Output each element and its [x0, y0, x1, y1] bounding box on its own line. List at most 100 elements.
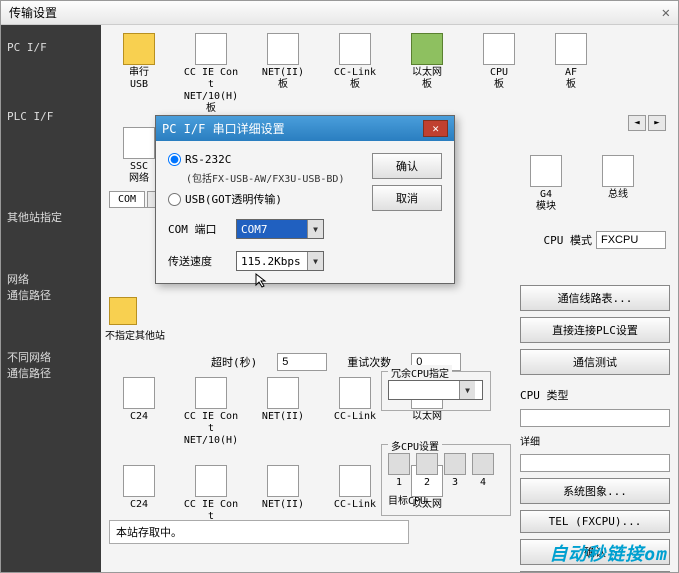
- content: PC I/F PLC I/F 其他站指定 网络 通信路径 不同网络 通信路径 串…: [1, 25, 678, 572]
- dialog-ok-button[interactable]: 确认: [372, 153, 442, 179]
- target-cpu-label: 目标CPU: [388, 492, 504, 507]
- title-bar: 传输设置 ✕: [1, 1, 678, 25]
- cpu-mode-row: CPU 模式: [544, 231, 667, 249]
- cputype-label: CPU 类型: [520, 387, 670, 403]
- sidebar-item-other[interactable]: 其他站指定: [1, 201, 101, 233]
- cpu-slot-2[interactable]: [416, 453, 438, 475]
- device-label: 串行 USB: [129, 67, 149, 91]
- window-title: 传输设置: [9, 4, 57, 21]
- device-item[interactable]: C24: [109, 377, 169, 447]
- device-item[interactable]: NET(II) 板: [253, 33, 313, 115]
- direct-button[interactable]: 直接连接PLC设置: [520, 317, 670, 343]
- multicpu-group: 多CPU设置 1 2 3 4 目标CPU: [381, 444, 511, 516]
- redundant-cpu-group: 冗余CPU指定 ▼: [381, 371, 491, 411]
- device-icon: [339, 33, 371, 65]
- device-item[interactable]: G4 模块: [516, 155, 576, 213]
- com-port-combo[interactable]: COM7 ▼: [236, 219, 324, 239]
- retry-label: 重试次数: [347, 354, 391, 370]
- device-label: CC-Link: [334, 499, 376, 511]
- radio-rs232-input[interactable]: [168, 153, 181, 166]
- radio-usb[interactable]: USB(GOT透明传输): [168, 191, 362, 207]
- device-label: CPU 板: [490, 67, 508, 91]
- tab-com[interactable]: COM: [109, 191, 145, 207]
- device-label: CC IE Cont NET/10(H)板: [181, 67, 241, 115]
- dialog-body: RS-232C (包括FX-USB-AW/FX3U-USB-BD) USB(GO…: [156, 141, 454, 283]
- device-item[interactable]: CPU 板: [469, 33, 529, 115]
- device-icon: [123, 127, 155, 159]
- device-label: CC-Link: [334, 411, 376, 423]
- scroll-left-icon[interactable]: ◄: [628, 115, 646, 131]
- com-port-value: COM7: [237, 223, 307, 236]
- radio-rs232-label: RS-232C: [185, 153, 231, 166]
- watermark: 自动秒链接om: [549, 540, 668, 566]
- plcif-row: G4 模块 总线: [516, 155, 648, 213]
- cpu-slot-4[interactable]: [472, 453, 494, 475]
- device-icon: [483, 33, 515, 65]
- radio-usb-input[interactable]: [168, 193, 181, 206]
- close-button[interactable]: 关闭: [520, 571, 670, 572]
- test-button[interactable]: 通信测试: [520, 349, 670, 375]
- sidebar-item-diffnet[interactable]: 不同网络 通信路径: [1, 341, 101, 389]
- main-area: 串行 USB CC IE Cont NET/10(H)板NET(II) 板 CC-L…: [101, 25, 678, 572]
- device-icon: [195, 33, 227, 65]
- device-label: CC IE Cont NET/10(H): [181, 411, 241, 447]
- other-station-icon: [109, 297, 137, 325]
- sidebar-item-plcif[interactable]: PLC I/F: [1, 102, 101, 131]
- device-icon: [195, 377, 227, 409]
- serial-detail-dialog: PC I/F 串口详细设置 ✕ RS-232C (包括FX-USB-AW/FX3…: [155, 115, 455, 284]
- radio-rs232[interactable]: RS-232C: [168, 153, 362, 166]
- dialog-titlebar: PC I/F 串口详细设置 ✕: [156, 116, 454, 141]
- device-icon: [411, 33, 443, 65]
- device-item[interactable]: 串行 USB: [109, 33, 169, 115]
- status-bar: 本站存取中。: [109, 520, 409, 544]
- device-item[interactable]: AF 板: [541, 33, 601, 115]
- route-button[interactable]: 通信线路表...: [520, 285, 670, 311]
- close-icon[interactable]: ✕: [662, 5, 670, 21]
- scroll-right-icon[interactable]: ►: [648, 115, 666, 131]
- redundant-combo[interactable]: ▼: [388, 380, 483, 400]
- tel-button[interactable]: TEL (FXCPU)...: [520, 510, 670, 533]
- sysimg-button[interactable]: 系统图象...: [520, 478, 670, 504]
- chevron-down-icon: ▼: [307, 220, 323, 238]
- main-window: 传输设置 ✕ PC I/F PLC I/F 其他站指定 网络 通信路径 不同网络…: [0, 0, 679, 573]
- detail-field[interactable]: [520, 454, 670, 472]
- sidebar-item-network[interactable]: 网络 通信路径: [1, 263, 101, 311]
- device-label: NET(II): [262, 499, 304, 511]
- device-icon: [267, 377, 299, 409]
- speed-label: 传送速度: [168, 253, 228, 269]
- device-label: CC-Link 板: [334, 67, 376, 91]
- speed-value: 115.2Kbps: [237, 255, 307, 268]
- cpu-slot-1[interactable]: [388, 453, 410, 475]
- device-item[interactable]: 以太网 板: [397, 33, 457, 115]
- device-label: 以太网: [412, 411, 442, 423]
- cpu-mode-label: CPU 模式: [544, 232, 593, 248]
- sidebar-item-pcif[interactable]: PC I/F: [1, 33, 101, 62]
- device-icon: [123, 33, 155, 65]
- device-item[interactable]: CC IE Cont NET/10(H): [181, 377, 241, 447]
- device-item[interactable]: CC-Link: [325, 377, 385, 447]
- cpu-mode-field[interactable]: [596, 231, 666, 249]
- cputype-field[interactable]: [520, 409, 670, 427]
- rs232-sublabel: (包括FX-USB-AW/FX3U-USB-BD): [186, 170, 362, 185]
- chevron-down-icon: ▼: [459, 381, 475, 399]
- device-icon: [195, 465, 227, 497]
- device-item[interactable]: CC IE Cont NET/10(H)板: [181, 33, 241, 115]
- device-item[interactable]: CC-Link 板: [325, 33, 385, 115]
- device-label: 以太网 板: [412, 67, 442, 91]
- cpu-slot-3[interactable]: [444, 453, 466, 475]
- device-item[interactable]: NET(II): [253, 377, 313, 447]
- chevron-down-icon: ▼: [307, 252, 323, 270]
- timeout-label: 超时(秒): [211, 354, 257, 370]
- com-port-label: COM 端口: [168, 221, 228, 237]
- device-icon: [123, 465, 155, 497]
- dialog-close-icon[interactable]: ✕: [423, 120, 448, 137]
- device-icon: [339, 465, 371, 497]
- device-label: G4 模块: [536, 189, 556, 213]
- redundant-title: 冗余CPU指定: [388, 365, 452, 380]
- timeout-field[interactable]: [277, 353, 327, 371]
- device-item[interactable]: 总线: [588, 155, 648, 213]
- device-icon: [339, 377, 371, 409]
- device-label: AF 板: [565, 67, 577, 91]
- speed-combo[interactable]: 115.2Kbps ▼: [236, 251, 324, 271]
- dialog-cancel-button[interactable]: 取消: [372, 185, 442, 211]
